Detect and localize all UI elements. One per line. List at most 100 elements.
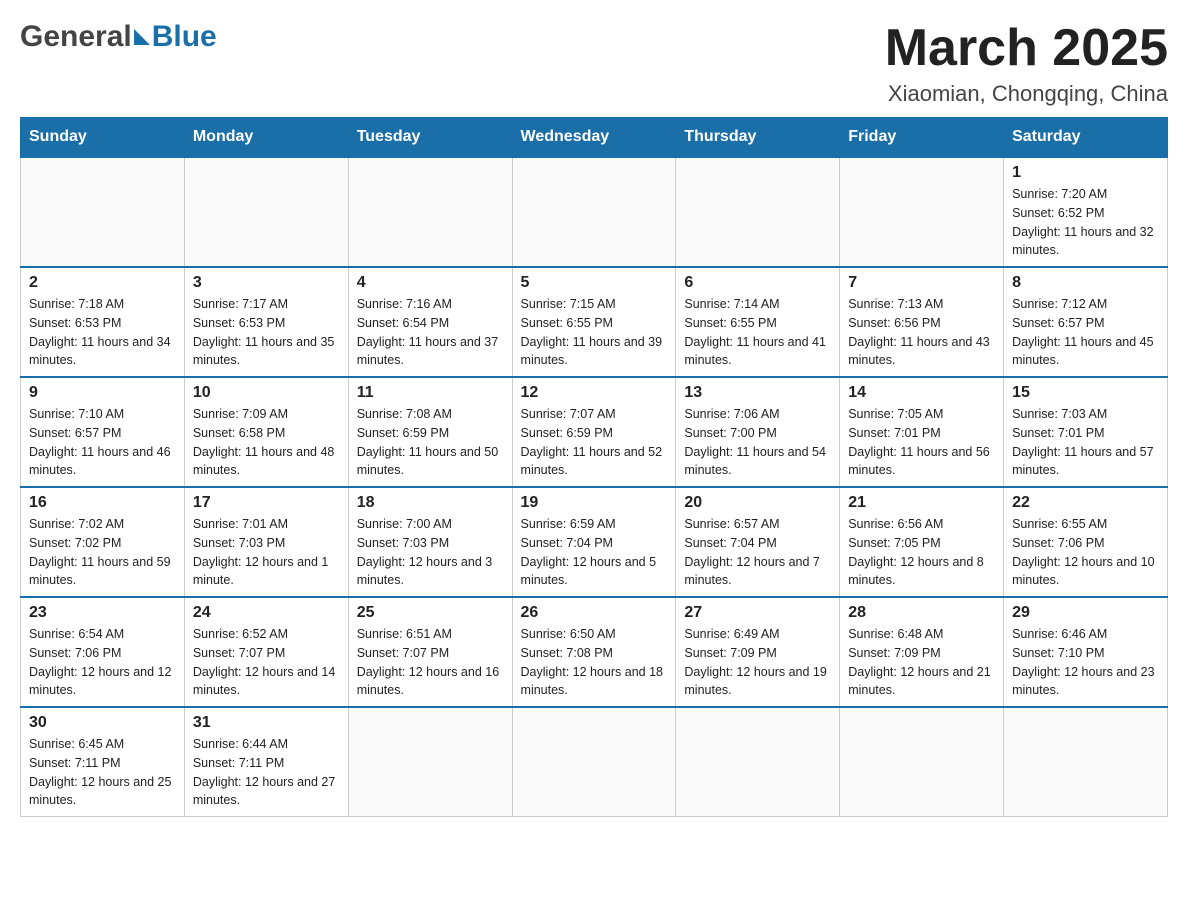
day-number: 14 [848, 384, 995, 402]
calendar-day-cell: 10 Sunrise: 7:09 AMSunset: 6:58 PMDayligh… [184, 377, 348, 487]
calendar-day-cell: 17 Sunrise: 7:01 AMSunset: 7:03 PMDayligh… [184, 487, 348, 597]
calendar-week-row: 2 Sunrise: 7:18 AMSunset: 6:53 PMDaylight… [21, 267, 1168, 377]
day-number: 18 [357, 494, 504, 512]
logo: General Blue [20, 20, 217, 54]
calendar-day-cell [676, 157, 840, 267]
day-info: Sunrise: 7:20 AMSunset: 6:52 PMDaylight:… [1012, 185, 1159, 260]
calendar-day-cell: 8Sunrise: 7:12 AMSunset: 6:57 PMDaylight… [1004, 267, 1168, 377]
day-number: 23 [29, 604, 176, 622]
day-number: 10 [193, 384, 340, 402]
day-info: Sunrise: 6:55 AMSunset: 7:06 PMDaylight:… [1012, 515, 1159, 590]
calendar-week-row: 30 Sunrise: 6:45 AMSunset: 7:11 PMDayligh… [21, 707, 1168, 817]
day-info: Sunrise: 7:06 AMSunset: 7:00 PMDaylight:… [684, 405, 831, 480]
day-of-week-header: Friday [840, 118, 1004, 158]
calendar-day-cell [348, 157, 512, 267]
day-number: 19 [521, 494, 668, 512]
day-number: 7 [848, 274, 995, 292]
calendar-week-row: 1 Sunrise: 7:20 AMSunset: 6:52 PMDaylight… [21, 157, 1168, 267]
calendar-week-row: 9 Sunrise: 7:10 AMSunset: 6:57 PMDaylight… [21, 377, 1168, 487]
day-info: Sunrise: 7:17 AMSunset: 6:53 PMDaylight:… [193, 295, 340, 370]
month-title: March 2025 [885, 20, 1168, 77]
day-number: 11 [357, 384, 504, 402]
logo-blue-text: Blue [152, 20, 217, 54]
calendar-day-cell: 23 Sunrise: 6:54 AMSunset: 7:06 PMDayligh… [21, 597, 185, 707]
calendar-day-cell: 11 Sunrise: 7:08 AMSunset: 6:59 PMDayligh… [348, 377, 512, 487]
calendar-day-cell: 27 Sunrise: 6:49 AMSunset: 7:09 PMDayligh… [676, 597, 840, 707]
day-number: 3 [193, 274, 340, 292]
day-info: Sunrise: 6:49 AMSunset: 7:09 PMDaylight:… [684, 625, 831, 700]
calendar-day-cell: 6 Sunrise: 7:14 AMSunset: 6:55 PMDaylight… [676, 267, 840, 377]
day-number: 5 [521, 274, 668, 292]
day-info: Sunrise: 7:10 AMSunset: 6:57 PMDaylight:… [29, 405, 176, 480]
day-number: 17 [193, 494, 340, 512]
day-info: Sunrise: 7:14 AMSunset: 6:55 PMDaylight:… [684, 295, 831, 370]
calendar-week-row: 23 Sunrise: 6:54 AMSunset: 7:06 PMDayligh… [21, 597, 1168, 707]
page-header: General Blue March 2025 Xiaomian, Chongq… [20, 20, 1168, 107]
calendar-day-cell: 16 Sunrise: 7:02 AMSunset: 7:02 PMDayligh… [21, 487, 185, 597]
day-of-week-header: Wednesday [512, 118, 676, 158]
day-number: 30 [29, 714, 176, 732]
calendar-day-cell: 22Sunrise: 6:55 AMSunset: 7:06 PMDayligh… [1004, 487, 1168, 597]
day-info: Sunrise: 7:01 AMSunset: 7:03 PMDaylight:… [193, 515, 340, 590]
calendar-day-cell: 31Sunrise: 6:44 AMSunset: 7:11 PMDayligh… [184, 707, 348, 817]
day-number: 20 [684, 494, 831, 512]
day-number: 4 [357, 274, 504, 292]
day-info: Sunrise: 6:44 AMSunset: 7:11 PMDaylight:… [193, 735, 340, 810]
calendar-day-cell [1004, 707, 1168, 817]
calendar-day-cell [21, 157, 185, 267]
day-info: Sunrise: 6:50 AMSunset: 7:08 PMDaylight:… [521, 625, 668, 700]
calendar-day-cell: 5 Sunrise: 7:15 AMSunset: 6:55 PMDaylight… [512, 267, 676, 377]
calendar-day-cell: 26Sunrise: 6:50 AMSunset: 7:08 PMDayligh… [512, 597, 676, 707]
day-number: 25 [357, 604, 504, 622]
calendar-day-cell [348, 707, 512, 817]
calendar-day-cell: 3 Sunrise: 7:17 AMSunset: 6:53 PMDaylight… [184, 267, 348, 377]
calendar-day-cell: 20Sunrise: 6:57 AMSunset: 7:04 PMDayligh… [676, 487, 840, 597]
day-number: 2 [29, 274, 176, 292]
day-number: 21 [848, 494, 995, 512]
day-info: Sunrise: 6:54 AMSunset: 7:06 PMDaylight:… [29, 625, 176, 700]
day-info: Sunrise: 7:18 AMSunset: 6:53 PMDaylight:… [29, 295, 176, 370]
calendar-day-cell: 24Sunrise: 6:52 AMSunset: 7:07 PMDayligh… [184, 597, 348, 707]
day-info: Sunrise: 7:07 AMSunset: 6:59 PMDaylight:… [521, 405, 668, 480]
calendar-day-cell: 30 Sunrise: 6:45 AMSunset: 7:11 PMDayligh… [21, 707, 185, 817]
calendar-day-cell: 4 Sunrise: 7:16 AMSunset: 6:54 PMDaylight… [348, 267, 512, 377]
calendar-day-cell: 1 Sunrise: 7:20 AMSunset: 6:52 PMDaylight… [1004, 157, 1168, 267]
day-number: 27 [684, 604, 831, 622]
calendar-day-cell: 9 Sunrise: 7:10 AMSunset: 6:57 PMDaylight… [21, 377, 185, 487]
day-info: Sunrise: 7:13 AMSunset: 6:56 PMDaylight:… [848, 295, 995, 370]
day-info: Sunrise: 6:52 AMSunset: 7:07 PMDaylight:… [193, 625, 340, 700]
day-number: 13 [684, 384, 831, 402]
logo-triangle-icon [134, 29, 150, 45]
day-info: Sunrise: 6:59 AMSunset: 7:04 PMDaylight:… [521, 515, 668, 590]
day-info: Sunrise: 6:56 AMSunset: 7:05 PMDaylight:… [848, 515, 995, 590]
day-info: Sunrise: 7:09 AMSunset: 6:58 PMDaylight:… [193, 405, 340, 480]
day-info: Sunrise: 7:02 AMSunset: 7:02 PMDaylight:… [29, 515, 176, 590]
calendar-day-cell [184, 157, 348, 267]
location-label: Xiaomian, Chongqing, China [885, 81, 1168, 107]
day-number: 16 [29, 494, 176, 512]
day-of-week-header: Thursday [676, 118, 840, 158]
day-number: 8 [1012, 274, 1159, 292]
logo-general-text: General [20, 20, 132, 54]
day-number: 6 [684, 274, 831, 292]
day-info: Sunrise: 7:15 AMSunset: 6:55 PMDaylight:… [521, 295, 668, 370]
calendar-day-cell: 18Sunrise: 7:00 AMSunset: 7:03 PMDayligh… [348, 487, 512, 597]
day-info: Sunrise: 6:45 AMSunset: 7:11 PMDaylight:… [29, 735, 176, 810]
day-number: 29 [1012, 604, 1159, 622]
calendar-day-cell: 12 Sunrise: 7:07 AMSunset: 6:59 PMDayligh… [512, 377, 676, 487]
calendar-day-cell: 13 Sunrise: 7:06 AMSunset: 7:00 PMDayligh… [676, 377, 840, 487]
title-section: March 2025 Xiaomian, Chongqing, China [885, 20, 1168, 107]
day-info: Sunrise: 7:05 AMSunset: 7:01 PMDaylight:… [848, 405, 995, 480]
day-info: Sunrise: 7:03 AMSunset: 7:01 PMDaylight:… [1012, 405, 1159, 480]
calendar-day-cell: 15Sunrise: 7:03 AMSunset: 7:01 PMDayligh… [1004, 377, 1168, 487]
calendar-day-cell: 29Sunrise: 6:46 AMSunset: 7:10 PMDayligh… [1004, 597, 1168, 707]
day-of-week-header: Monday [184, 118, 348, 158]
day-info: Sunrise: 7:08 AMSunset: 6:59 PMDaylight:… [357, 405, 504, 480]
day-info: Sunrise: 7:16 AMSunset: 6:54 PMDaylight:… [357, 295, 504, 370]
calendar-body: 1 Sunrise: 7:20 AMSunset: 6:52 PMDaylight… [21, 157, 1168, 817]
day-number: 9 [29, 384, 176, 402]
calendar-day-cell: 25Sunrise: 6:51 AMSunset: 7:07 PMDayligh… [348, 597, 512, 707]
day-number: 1 [1012, 164, 1159, 182]
calendar-day-cell: 19 Sunrise: 6:59 AMSunset: 7:04 PMDayligh… [512, 487, 676, 597]
day-number: 12 [521, 384, 668, 402]
